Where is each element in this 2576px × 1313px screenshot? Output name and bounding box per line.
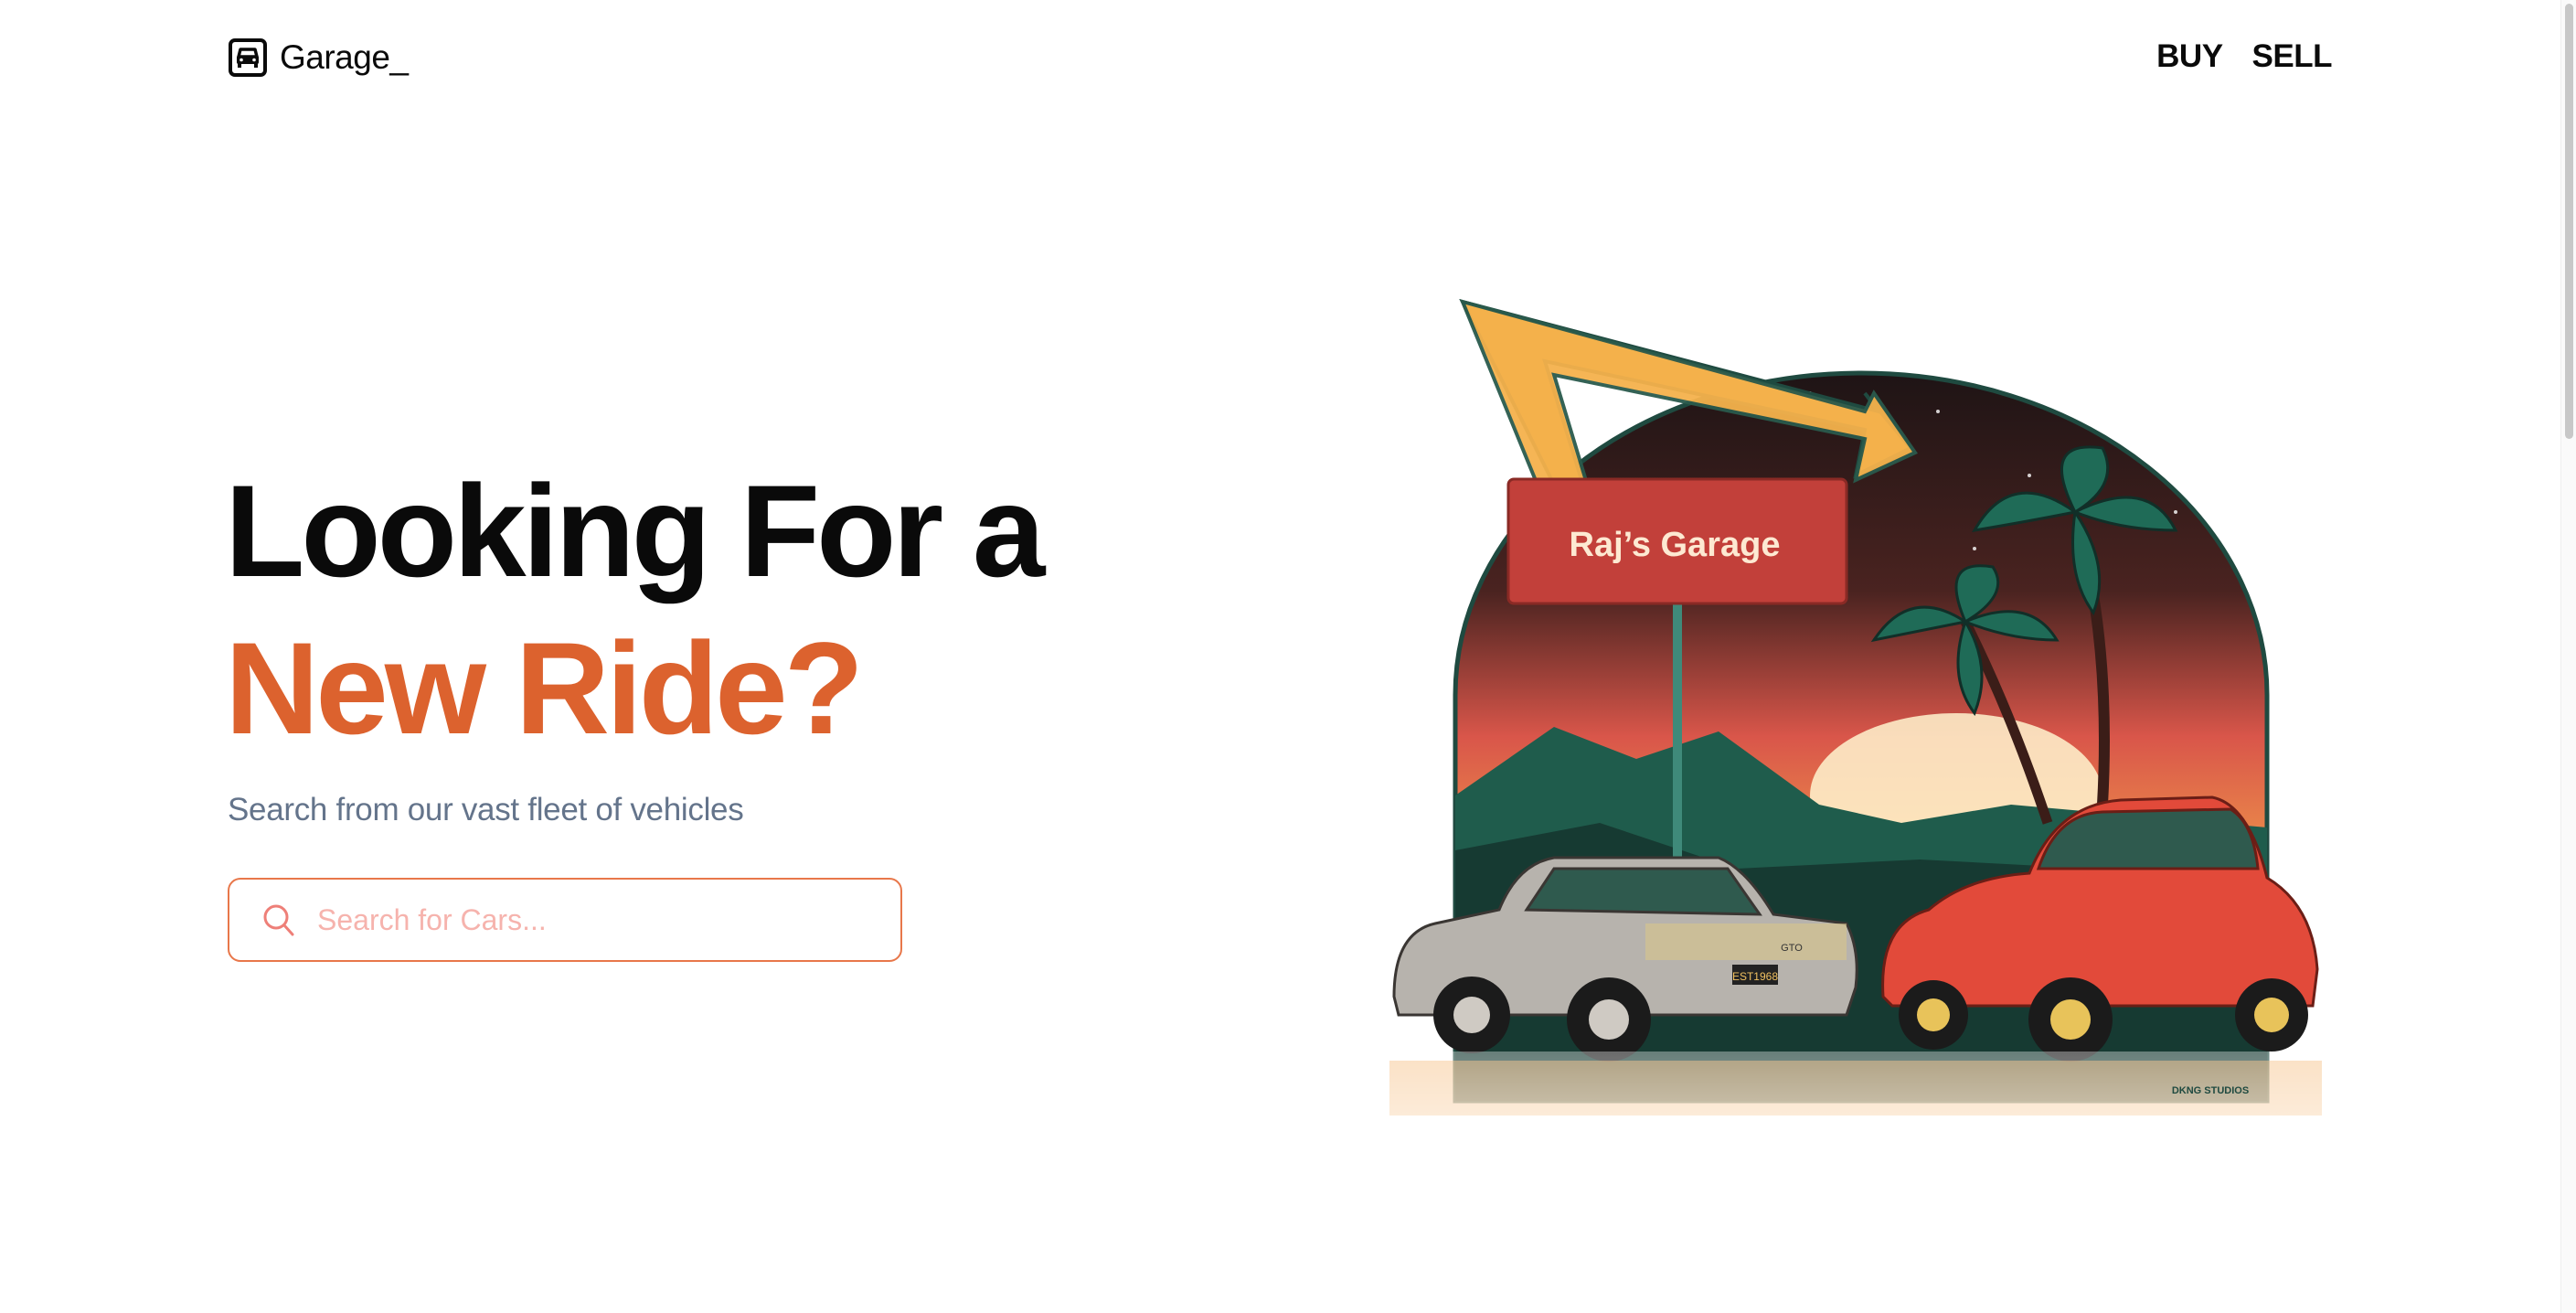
garage-illustration: Raj’s Garage EST1968 GTO DKNG STUDIOS bbox=[1380, 298, 2331, 1234]
scrollbar-thumb[interactable] bbox=[2565, 4, 2573, 439]
gto-badge: GTO bbox=[1781, 943, 1803, 954]
credit-text: DKNG STUDIOS bbox=[2172, 1085, 2249, 1096]
reflection bbox=[1380, 1051, 2331, 1234]
sign-text: Raj’s Garage bbox=[1570, 526, 1781, 564]
scrollbar[interactable] bbox=[2560, 0, 2576, 1313]
plate-text: EST1968 bbox=[1732, 970, 1778, 983]
